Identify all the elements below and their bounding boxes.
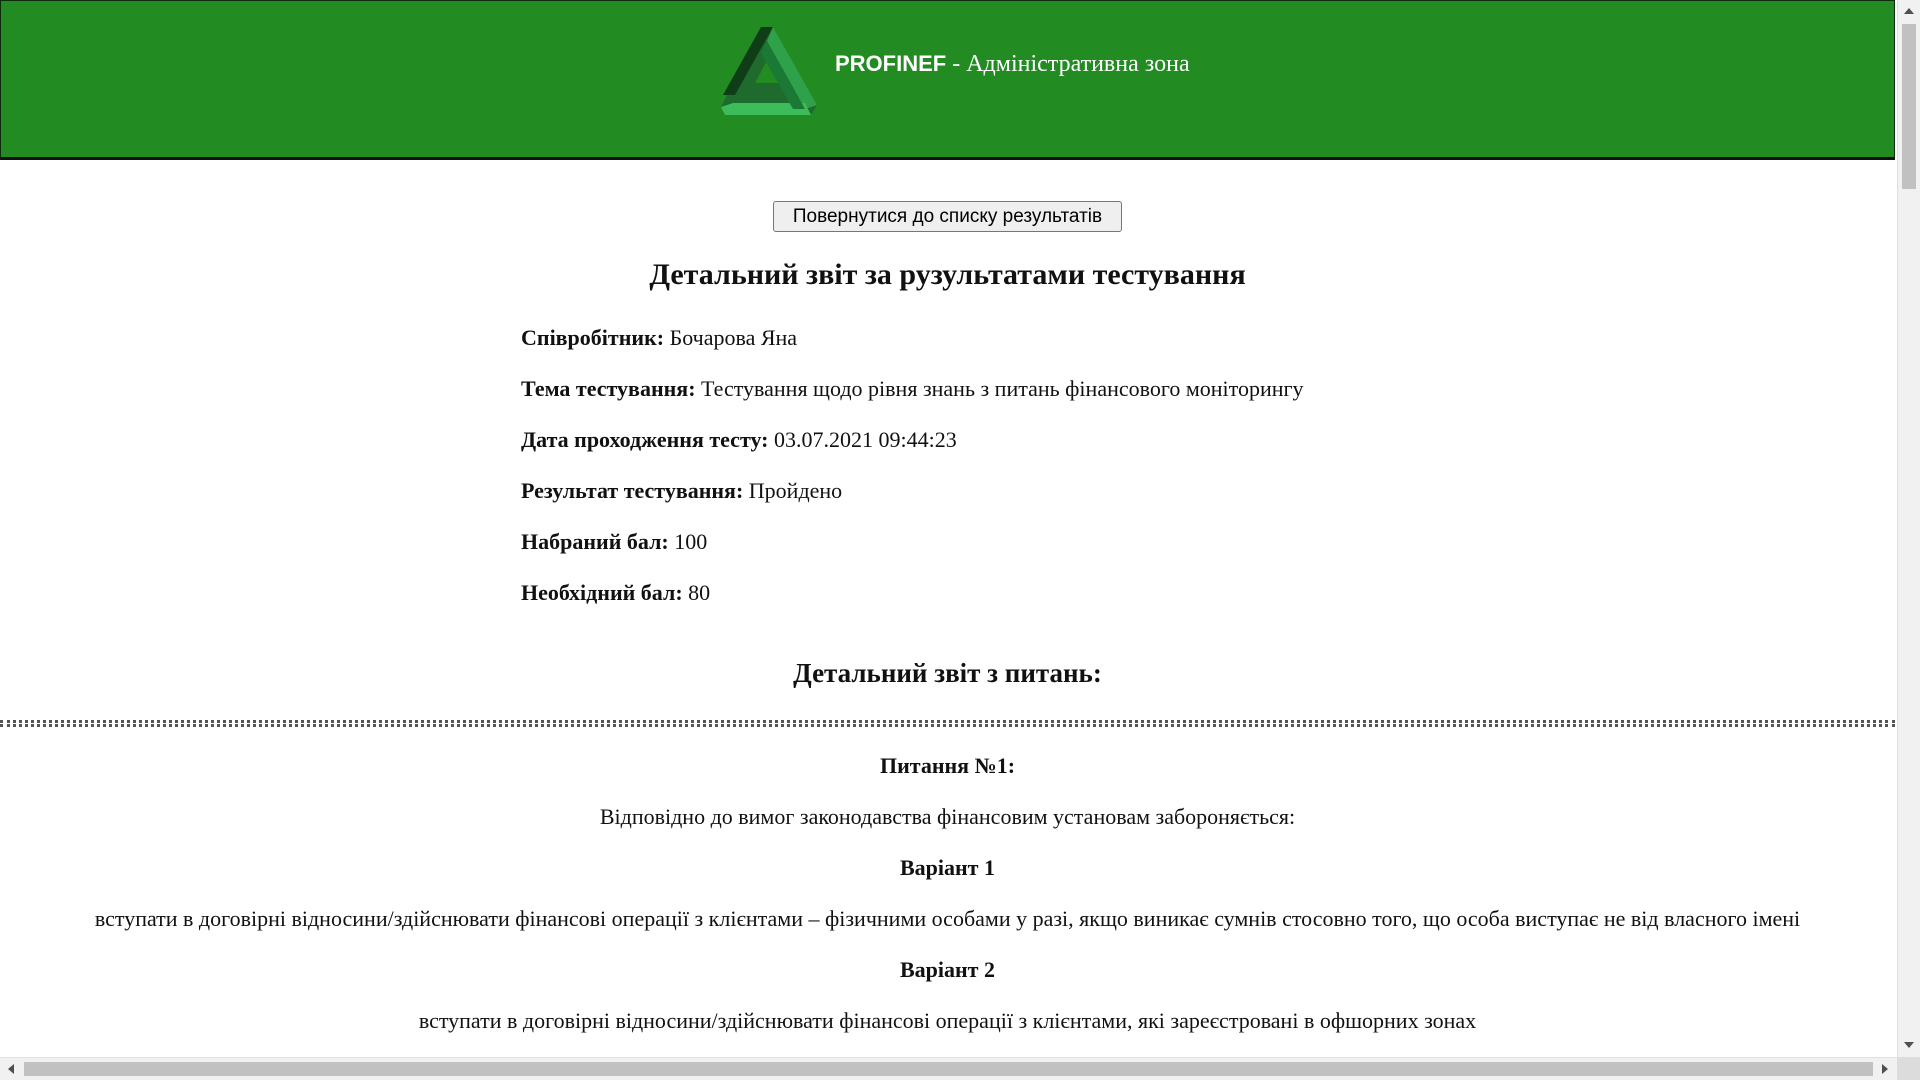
questions-section-title: Детальний звіт з питань: (793, 658, 1102, 688)
report-title: Детальний звіт за рузультатами тестуванн… (649, 258, 1246, 291)
question-text: Відповідно до вимог законодавства фінанс… (599, 804, 1296, 829)
info-row-date: Дата проходження тесту: 03.07.2021 09:44… (521, 422, 1721, 473)
info-value: Тестування щодо рівня знань з питань фін… (695, 376, 1304, 401)
divider (0, 720, 1895, 723)
vertical-scrollbar[interactable] (1897, 0, 1920, 1057)
info-value: 80 (682, 580, 711, 605)
info-label: Дата проходження тесту: (521, 427, 769, 452)
scroll-right-arrow-icon[interactable] (1882, 1064, 1888, 1074)
info-label: Результат тестування: (521, 478, 744, 503)
horizontal-scrollbar[interactable] (0, 1057, 1897, 1080)
back-to-results-button[interactable]: Повернутися до списку результатів (773, 201, 1122, 232)
info-label: Необхідний бал: (521, 580, 683, 605)
info-label: Тема тестування: (521, 376, 696, 401)
info-row-score: Набраний бал: 100 (521, 524, 1721, 575)
triangle-logo-icon (721, 27, 817, 115)
scroll-down-arrow-icon[interactable] (1904, 1042, 1914, 1048)
top-header: PROFINEF - Адміністративна зона (0, 0, 1895, 160)
scroll-up-arrow-icon[interactable] (1904, 8, 1914, 14)
info-row-employee: Співробітник: Бочарова Яна (521, 320, 1721, 371)
header-subtitle: - Адміністративна зона (946, 51, 1190, 77)
header-title: PROFINEF - Адміністративна зона (835, 51, 1190, 78)
info-label: Набраний бал: (521, 529, 669, 554)
info-value: 03.07.2021 09:44:23 (768, 427, 957, 452)
brand-name: PROFINEF (835, 51, 947, 76)
page-viewport: PROFINEF - Адміністративна зона Повернут… (0, 0, 1897, 1057)
info-label: Співробітник: (521, 325, 665, 350)
horizontal-scroll-thumb[interactable] (24, 1062, 1873, 1076)
info-row-result: Результат тестування: Пройдено (521, 473, 1721, 524)
question-number: Питання №1: (879, 753, 1016, 778)
option-label: Варіант 2 (899, 957, 995, 982)
info-value: 100 (668, 529, 708, 554)
info-value: Пройдено (743, 478, 843, 503)
info-row-required-score: Необхідний бал: 80 (521, 575, 1721, 626)
option-text: вступати в договірні відносини/здійснюва… (418, 1008, 1477, 1033)
scrollbar-corner (1897, 1057, 1920, 1080)
question-block: Питання №1: Відповідно до вимог законода… (0, 748, 1895, 1054)
info-row-topic: Тема тестування: Тестування щодо рівня з… (521, 371, 1721, 422)
divider (0, 724, 1895, 727)
vertical-scroll-thumb[interactable] (1902, 24, 1916, 189)
scroll-left-arrow-icon[interactable] (8, 1064, 14, 1074)
info-value: Бочарова Яна (664, 325, 798, 350)
option-label: Варіант 1 (899, 855, 995, 880)
option-text: вступати в договірні відносини/здійснюва… (94, 906, 1801, 931)
report-info-list: Співробітник: Бочарова Яна Тема тестуван… (521, 320, 1721, 626)
